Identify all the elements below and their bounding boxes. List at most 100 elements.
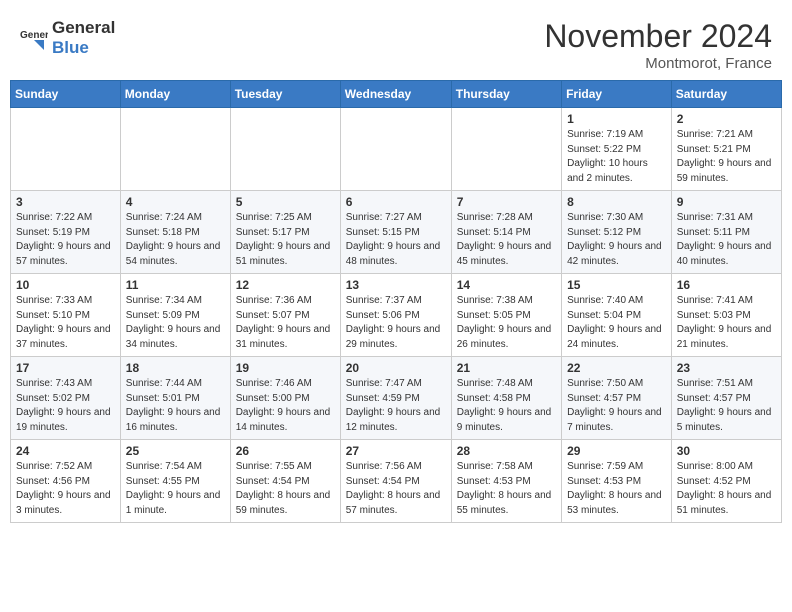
daylight-text: Daylight: 9 hours and 51 minutes. bbox=[236, 241, 331, 267]
sunset-text: Sunset: 4:55 PM bbox=[126, 476, 200, 487]
weekday-header-friday: Friday bbox=[562, 81, 672, 108]
week-row-2: 3 Sunrise: 7:22 AM Sunset: 5:19 PM Dayli… bbox=[11, 191, 782, 274]
calendar-cell: 28 Sunrise: 7:58 AM Sunset: 4:53 PM Dayl… bbox=[451, 440, 561, 523]
sunset-text: Sunset: 5:15 PM bbox=[346, 227, 420, 238]
calendar-cell: 16 Sunrise: 7:41 AM Sunset: 5:03 PM Dayl… bbox=[671, 274, 781, 357]
day-number: 7 bbox=[457, 195, 556, 209]
calendar-cell: 3 Sunrise: 7:22 AM Sunset: 5:19 PM Dayli… bbox=[11, 191, 121, 274]
day-number: 12 bbox=[236, 278, 335, 292]
sunset-text: Sunset: 5:10 PM bbox=[16, 310, 90, 321]
daylight-text: Daylight: 9 hours and 57 minutes. bbox=[16, 241, 111, 267]
day-number: 19 bbox=[236, 361, 335, 375]
sunset-text: Sunset: 4:58 PM bbox=[457, 393, 531, 404]
sunrise-text: Sunrise: 7:46 AM bbox=[236, 378, 312, 389]
daylight-text: Daylight: 9 hours and 54 minutes. bbox=[126, 241, 221, 267]
calendar-cell: 6 Sunrise: 7:27 AM Sunset: 5:15 PM Dayli… bbox=[340, 191, 451, 274]
calendar-cell: 13 Sunrise: 7:37 AM Sunset: 5:06 PM Dayl… bbox=[340, 274, 451, 357]
day-info: Sunrise: 8:00 AM Sunset: 4:52 PM Dayligh… bbox=[677, 460, 776, 518]
daylight-text: Daylight: 8 hours and 55 minutes. bbox=[457, 490, 552, 516]
calendar-cell: 23 Sunrise: 7:51 AM Sunset: 4:57 PM Dayl… bbox=[671, 357, 781, 440]
sunrise-text: Sunrise: 7:34 AM bbox=[126, 295, 202, 306]
day-number: 11 bbox=[126, 278, 225, 292]
day-info: Sunrise: 7:33 AM Sunset: 5:10 PM Dayligh… bbox=[16, 294, 115, 352]
day-number: 6 bbox=[346, 195, 446, 209]
daylight-text: Daylight: 8 hours and 59 minutes. bbox=[236, 490, 331, 516]
sunset-text: Sunset: 5:03 PM bbox=[677, 310, 751, 321]
calendar-cell bbox=[230, 108, 340, 191]
day-info: Sunrise: 7:24 AM Sunset: 5:18 PM Dayligh… bbox=[126, 211, 225, 269]
sunrise-text: Sunrise: 7:36 AM bbox=[236, 295, 312, 306]
sunset-text: Sunset: 4:53 PM bbox=[567, 476, 641, 487]
day-number: 4 bbox=[126, 195, 225, 209]
day-number: 13 bbox=[346, 278, 446, 292]
daylight-text: Daylight: 9 hours and 45 minutes. bbox=[457, 241, 552, 267]
daylight-text: Daylight: 9 hours and 37 minutes. bbox=[16, 324, 111, 350]
sunset-text: Sunset: 5:11 PM bbox=[677, 227, 750, 238]
calendar-cell: 25 Sunrise: 7:54 AM Sunset: 4:55 PM Dayl… bbox=[120, 440, 230, 523]
title-area: November 2024 Montmorot, France bbox=[544, 18, 772, 72]
sunset-text: Sunset: 5:01 PM bbox=[126, 393, 200, 404]
sunset-text: Sunset: 5:02 PM bbox=[16, 393, 90, 404]
day-info: Sunrise: 7:43 AM Sunset: 5:02 PM Dayligh… bbox=[16, 377, 115, 435]
sunset-text: Sunset: 4:59 PM bbox=[346, 393, 420, 404]
daylight-text: Daylight: 8 hours and 51 minutes. bbox=[677, 490, 772, 516]
day-number: 15 bbox=[567, 278, 666, 292]
calendar-cell: 24 Sunrise: 7:52 AM Sunset: 4:56 PM Dayl… bbox=[11, 440, 121, 523]
sunset-text: Sunset: 5:19 PM bbox=[16, 227, 90, 238]
day-info: Sunrise: 7:50 AM Sunset: 4:57 PM Dayligh… bbox=[567, 377, 666, 435]
calendar-cell: 27 Sunrise: 7:56 AM Sunset: 4:54 PM Dayl… bbox=[340, 440, 451, 523]
calendar-cell: 12 Sunrise: 7:36 AM Sunset: 5:07 PM Dayl… bbox=[230, 274, 340, 357]
sunrise-text: Sunrise: 7:54 AM bbox=[126, 461, 202, 472]
day-number: 14 bbox=[457, 278, 556, 292]
day-info: Sunrise: 7:27 AM Sunset: 5:15 PM Dayligh… bbox=[346, 211, 446, 269]
sunrise-text: Sunrise: 7:25 AM bbox=[236, 212, 312, 223]
calendar-cell: 19 Sunrise: 7:46 AM Sunset: 5:00 PM Dayl… bbox=[230, 357, 340, 440]
calendar-cell: 18 Sunrise: 7:44 AM Sunset: 5:01 PM Dayl… bbox=[120, 357, 230, 440]
week-row-4: 17 Sunrise: 7:43 AM Sunset: 5:02 PM Dayl… bbox=[11, 357, 782, 440]
calendar-cell bbox=[11, 108, 121, 191]
sunrise-text: Sunrise: 7:51 AM bbox=[677, 378, 753, 389]
logo-icon: General bbox=[20, 24, 48, 52]
month-title: November 2024 bbox=[544, 18, 772, 55]
day-info: Sunrise: 7:30 AM Sunset: 5:12 PM Dayligh… bbox=[567, 211, 666, 269]
day-number: 27 bbox=[346, 444, 446, 458]
sunset-text: Sunset: 5:21 PM bbox=[677, 144, 751, 155]
calendar-cell: 9 Sunrise: 7:31 AM Sunset: 5:11 PM Dayli… bbox=[671, 191, 781, 274]
weekday-header-saturday: Saturday bbox=[671, 81, 781, 108]
day-number: 16 bbox=[677, 278, 776, 292]
day-info: Sunrise: 7:51 AM Sunset: 4:57 PM Dayligh… bbox=[677, 377, 776, 435]
sunrise-text: Sunrise: 7:37 AM bbox=[346, 295, 422, 306]
daylight-text: Daylight: 9 hours and 31 minutes. bbox=[236, 324, 331, 350]
sunrise-text: Sunrise: 7:19 AM bbox=[567, 129, 643, 140]
day-number: 21 bbox=[457, 361, 556, 375]
sunrise-text: Sunrise: 7:50 AM bbox=[567, 378, 643, 389]
sunset-text: Sunset: 4:57 PM bbox=[677, 393, 751, 404]
day-number: 20 bbox=[346, 361, 446, 375]
day-info: Sunrise: 7:36 AM Sunset: 5:07 PM Dayligh… bbox=[236, 294, 335, 352]
sunrise-text: Sunrise: 7:59 AM bbox=[567, 461, 643, 472]
day-number: 22 bbox=[567, 361, 666, 375]
sunset-text: Sunset: 4:53 PM bbox=[457, 476, 531, 487]
day-info: Sunrise: 7:25 AM Sunset: 5:17 PM Dayligh… bbox=[236, 211, 335, 269]
logo-blue: Blue bbox=[52, 38, 89, 57]
day-number: 23 bbox=[677, 361, 776, 375]
daylight-text: Daylight: 9 hours and 12 minutes. bbox=[346, 407, 441, 433]
day-number: 28 bbox=[457, 444, 556, 458]
daylight-text: Daylight: 9 hours and 16 minutes. bbox=[126, 407, 221, 433]
calendar-cell: 22 Sunrise: 7:50 AM Sunset: 4:57 PM Dayl… bbox=[562, 357, 672, 440]
daylight-text: Daylight: 9 hours and 34 minutes. bbox=[126, 324, 221, 350]
sunrise-text: Sunrise: 7:31 AM bbox=[677, 212, 753, 223]
sunrise-text: Sunrise: 7:47 AM bbox=[346, 378, 422, 389]
day-number: 5 bbox=[236, 195, 335, 209]
weekday-header-row: SundayMondayTuesdayWednesdayThursdayFrid… bbox=[11, 81, 782, 108]
sunset-text: Sunset: 4:57 PM bbox=[567, 393, 641, 404]
week-row-1: 1 Sunrise: 7:19 AM Sunset: 5:22 PM Dayli… bbox=[11, 108, 782, 191]
day-info: Sunrise: 7:54 AM Sunset: 4:55 PM Dayligh… bbox=[126, 460, 225, 518]
daylight-text: Daylight: 9 hours and 24 minutes. bbox=[567, 324, 662, 350]
daylight-text: Daylight: 9 hours and 21 minutes. bbox=[677, 324, 772, 350]
weekday-header-sunday: Sunday bbox=[11, 81, 121, 108]
calendar-body: 1 Sunrise: 7:19 AM Sunset: 5:22 PM Dayli… bbox=[11, 108, 782, 523]
calendar-cell bbox=[120, 108, 230, 191]
calendar-cell: 29 Sunrise: 7:59 AM Sunset: 4:53 PM Dayl… bbox=[562, 440, 672, 523]
day-info: Sunrise: 7:58 AM Sunset: 4:53 PM Dayligh… bbox=[457, 460, 556, 518]
